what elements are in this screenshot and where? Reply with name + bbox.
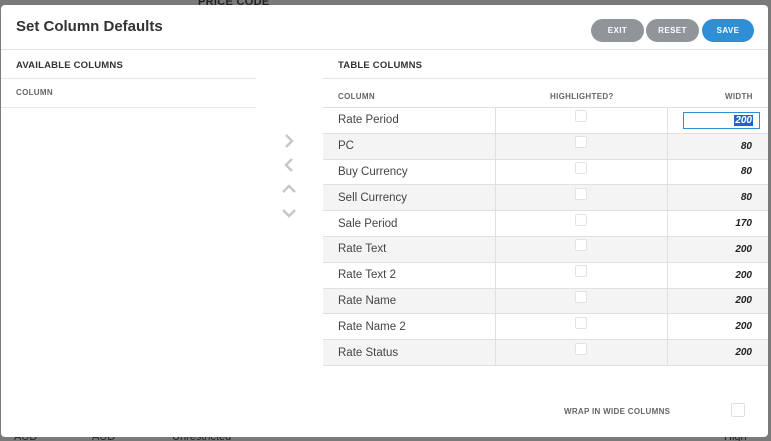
chevron-down-icon[interactable] — [278, 202, 300, 226]
width-value[interactable]: 200 — [668, 314, 768, 339]
column-name: Sell Currency — [323, 185, 496, 211]
table-row[interactable]: Sell Currency 80 — [323, 185, 768, 212]
column-name: Rate Period — [323, 108, 496, 133]
highlighted-checkbox[interactable] — [574, 213, 587, 226]
table-row[interactable]: Buy Currency 80 — [323, 159, 768, 186]
highlighted-checkbox[interactable] — [574, 290, 587, 303]
chevron-right-icon[interactable] — [278, 130, 300, 154]
chevron-up-icon[interactable] — [278, 178, 300, 202]
width-value[interactable]: 200 — [668, 263, 768, 288]
table-row[interactable]: PC 80 — [323, 133, 768, 160]
highlighted-checkbox[interactable] — [574, 187, 587, 200]
column-name: Sale Period — [323, 211, 496, 236]
highlighted-checkbox[interactable] — [574, 136, 587, 149]
table-row[interactable]: Rate Period 200 — [323, 108, 768, 134]
column-header-width: WIDTH — [725, 92, 753, 101]
column-header-column: COLUMN — [338, 92, 375, 101]
column-name: Rate Status — [323, 340, 496, 365]
reset-button[interactable]: RESET — [646, 19, 699, 42]
width-value[interactable]: 170 — [668, 211, 768, 236]
wrap-wide-columns-label: WRAP IN WIDE COLUMNS — [564, 407, 671, 416]
available-column-header: COLUMN — [16, 88, 53, 97]
column-name: Buy Currency — [323, 159, 496, 185]
table-row[interactable]: Sale Period 170 — [323, 211, 768, 237]
width-value[interactable]: 80 — [668, 160, 768, 185]
width-input-value: 200 — [734, 114, 753, 126]
highlighted-checkbox[interactable] — [574, 265, 587, 278]
exit-button[interactable]: EXIT — [591, 19, 644, 42]
width-value[interactable]: 200 — [668, 237, 768, 262]
highlighted-checkbox[interactable] — [574, 342, 587, 355]
width-value[interactable]: 80 — [668, 185, 768, 210]
divider — [1, 107, 256, 108]
table-row[interactable]: Rate Status 200 — [323, 340, 768, 366]
transfer-controls — [278, 130, 300, 226]
divider — [323, 78, 768, 79]
divider — [1, 78, 256, 79]
highlighted-checkbox[interactable] — [574, 239, 587, 252]
width-value[interactable]: 80 — [668, 134, 768, 159]
header-divider — [1, 49, 768, 50]
table-row[interactable]: Rate Name 2 200 — [323, 314, 768, 341]
width-input[interactable]: 200 — [683, 111, 760, 129]
set-column-defaults-modal: Set Column Defaults EXIT RESET SAVE AVAI… — [1, 5, 768, 437]
available-columns-title: AVAILABLE COLUMNS — [16, 60, 124, 71]
column-header-highlighted: HIGHLIGHTED? — [550, 92, 614, 101]
modal-title: Set Column Defaults — [16, 18, 163, 35]
table-row[interactable]: Rate Text 2 200 — [323, 262, 768, 289]
column-name: Rate Text 2 — [323, 262, 496, 288]
table-row[interactable]: Rate Text 200 — [323, 236, 768, 263]
wrap-wide-columns-checkbox[interactable] — [731, 403, 745, 417]
chevron-left-icon[interactable] — [278, 154, 300, 178]
width-value[interactable]: 200 — [668, 340, 768, 365]
highlighted-checkbox[interactable] — [574, 110, 587, 123]
table-columns-title: TABLE COLUMNS — [338, 60, 423, 71]
save-button[interactable]: SAVE — [702, 19, 754, 42]
column-name: Rate Name 2 — [323, 314, 496, 340]
table-row[interactable]: Rate Name 200 — [323, 288, 768, 315]
column-name: Rate Text — [323, 236, 496, 262]
width-value[interactable]: 200 — [668, 289, 768, 314]
highlighted-checkbox[interactable] — [574, 316, 587, 329]
highlighted-checkbox[interactable] — [574, 161, 587, 174]
table-columns-grid: Rate Period 200 PC 80 Buy Currency 80 Se… — [323, 107, 768, 366]
column-name: Rate Name — [323, 288, 496, 314]
column-name: PC — [323, 133, 496, 159]
